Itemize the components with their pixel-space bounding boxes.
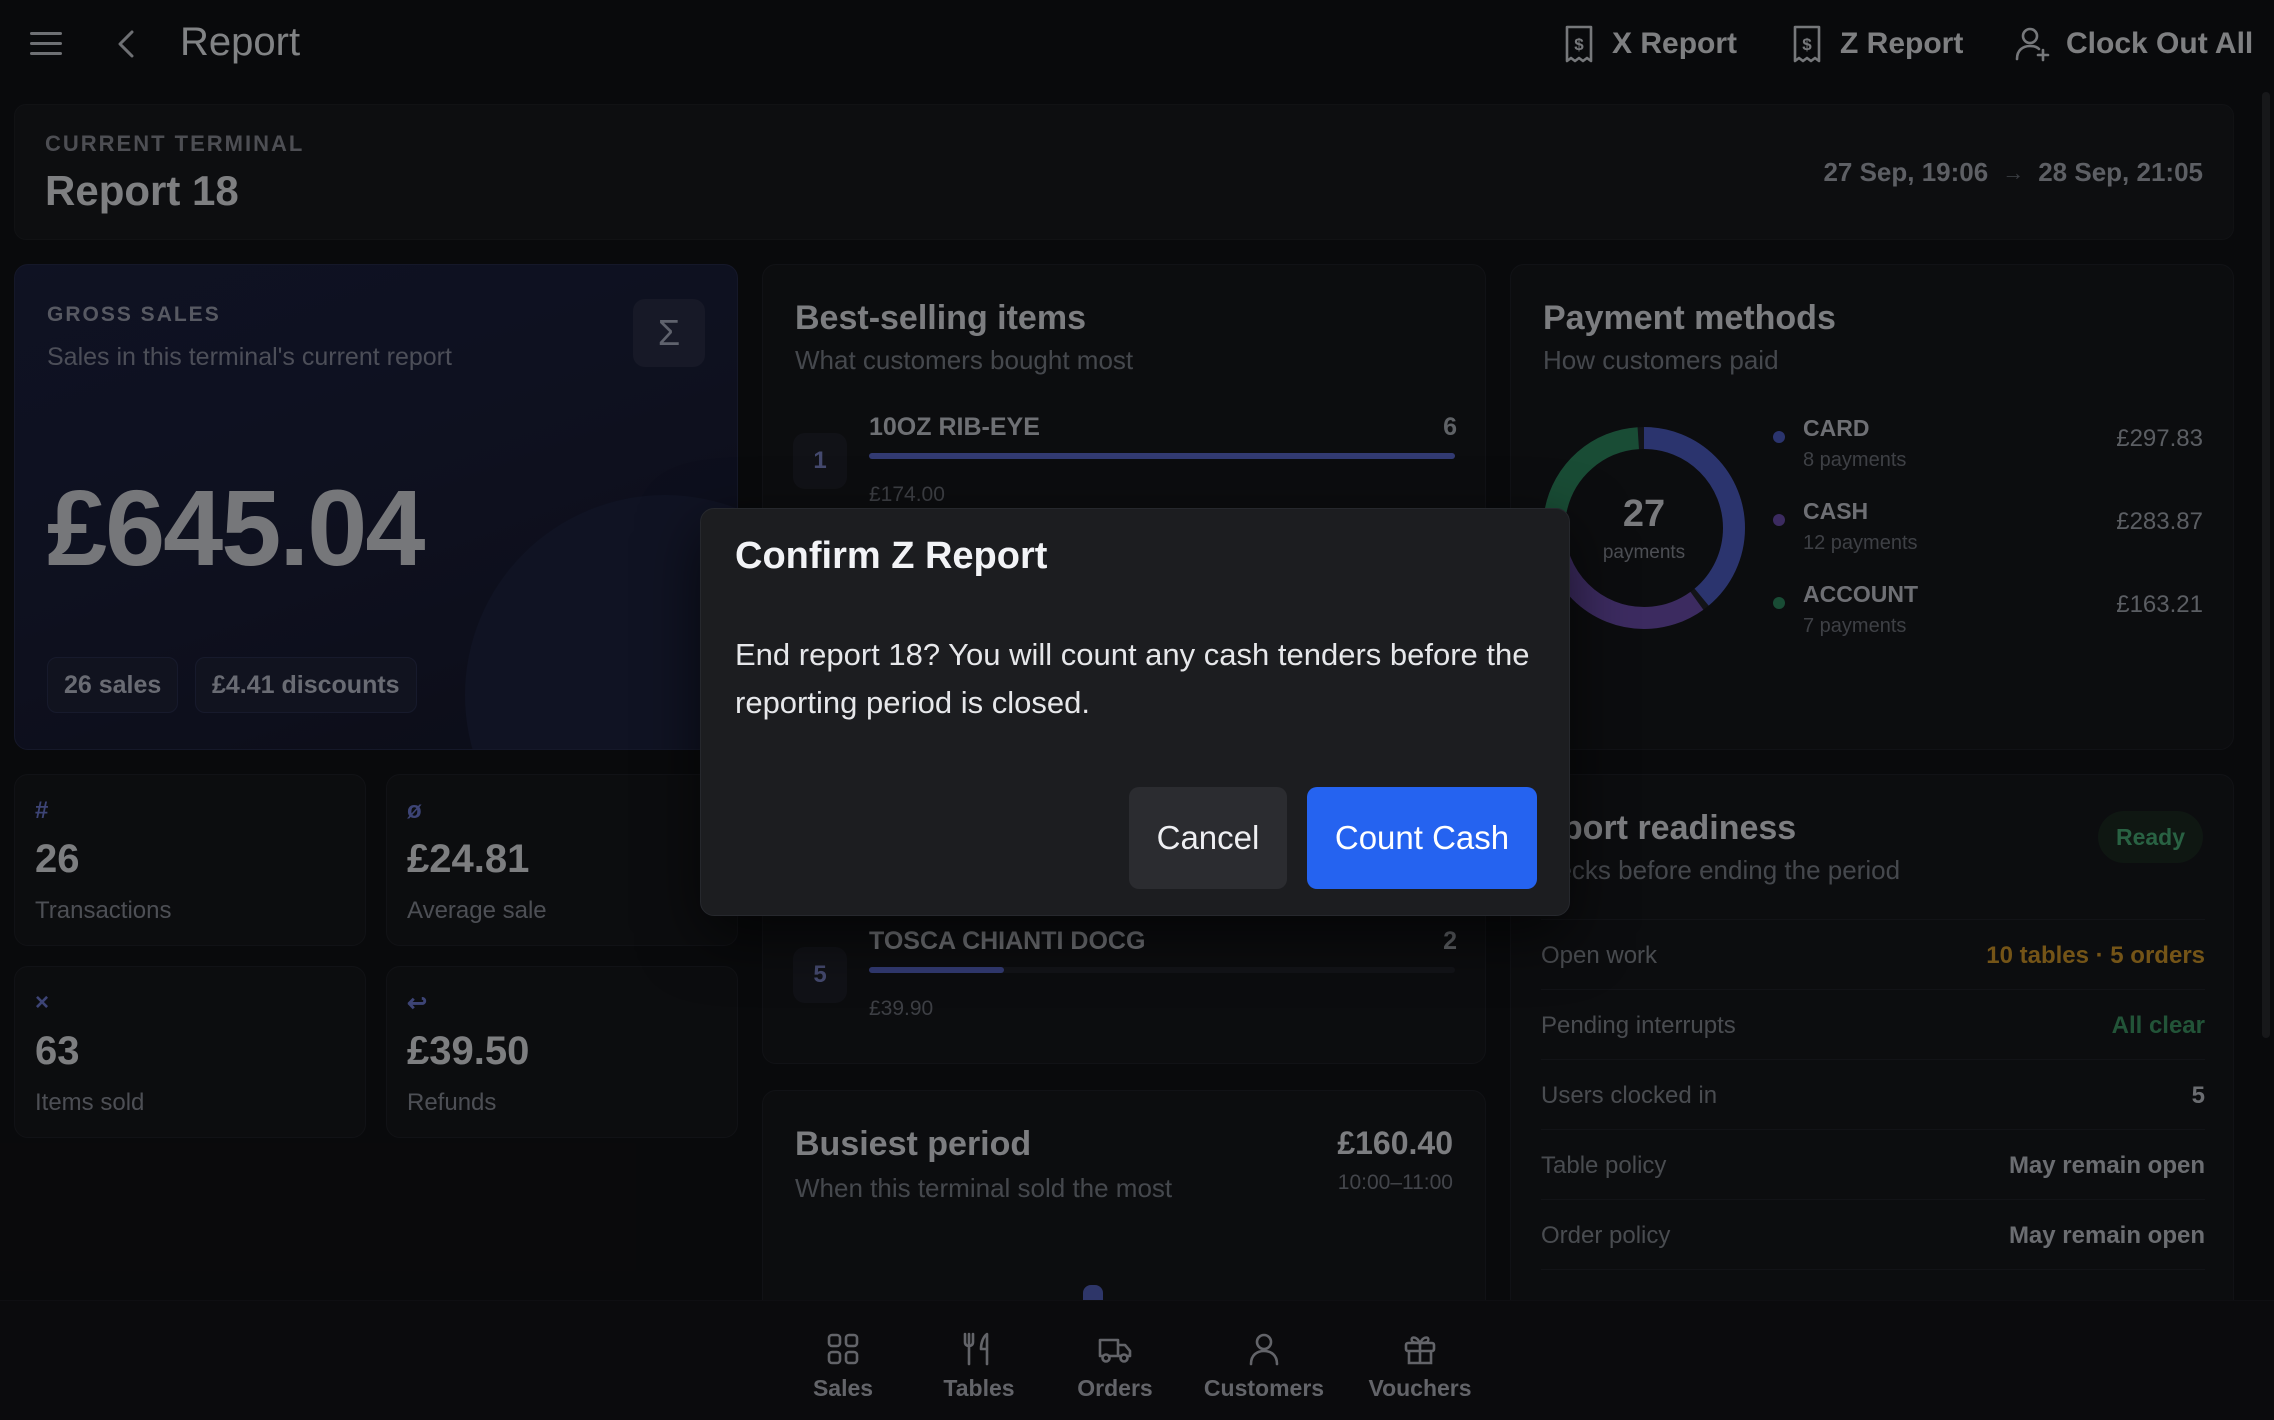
count-cash-button[interactable]: Count Cash: [1307, 787, 1537, 889]
dialog-title: Confirm Z Report: [735, 535, 1048, 577]
confirm-z-report-dialog: Confirm Z Report End report 18? You will…: [700, 508, 1570, 916]
dialog-body: End report 18? You will count any cash t…: [735, 637, 1530, 720]
cancel-button[interactable]: Cancel: [1129, 787, 1287, 889]
